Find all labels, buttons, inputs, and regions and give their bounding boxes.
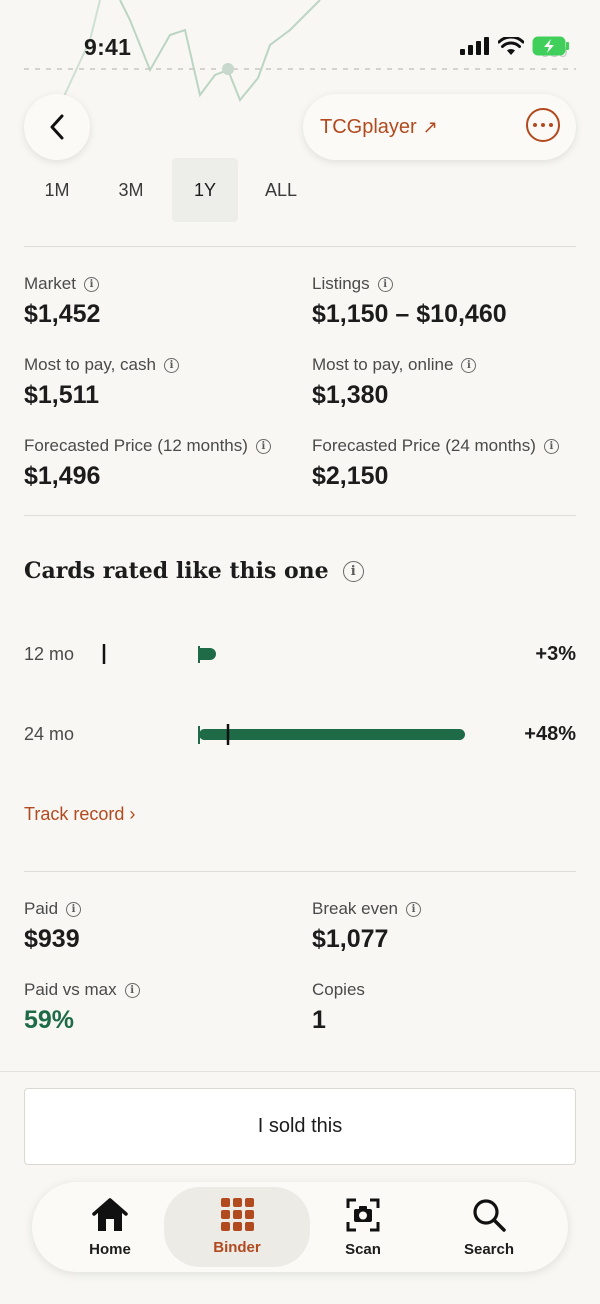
more-dot (541, 123, 545, 127)
header-actions: TCGplayer ↗ (303, 94, 576, 160)
stat-value: $2,150 (312, 462, 389, 490)
info-icon[interactable]: i (66, 901, 82, 917)
divider (24, 515, 576, 516)
stat-break-even: Break even i $1,077 (312, 899, 582, 954)
row-pct-24mo: +48% (524, 723, 576, 745)
info-icon[interactable]: i (124, 982, 140, 998)
stat-label: Most to pay, online (312, 355, 454, 374)
tab-label: Search (463, 1240, 515, 1258)
track-record-link[interactable]: Track record › (24, 804, 135, 825)
tcgplayer-label: TCGplayer (320, 115, 417, 138)
tab-search[interactable]: Search (442, 1182, 536, 1272)
tab-bar: Home Binder Scan Search (32, 1182, 568, 1272)
info-icon[interactable]: i (255, 438, 271, 454)
range-bar-12mo (102, 644, 216, 664)
stat-value: 1 (312, 1006, 326, 1034)
range-tab-1m[interactable]: 1M (24, 158, 90, 222)
stat-value: $1,511 (24, 381, 100, 409)
stat-copies: Copies 1 (312, 980, 582, 1035)
info-icon[interactable]: i (461, 357, 477, 373)
row-pct-12mo: +3% (535, 643, 576, 665)
wifi-icon (498, 36, 524, 55)
row-label-24mo: 24 mo (24, 724, 75, 744)
range-tabs: 1M 3M 1Y ALL (24, 158, 324, 222)
divider (24, 871, 576, 872)
section-title-text: Cards rated like this one (24, 558, 329, 584)
range-bar-24mo (198, 724, 465, 745)
tab-label: Home (89, 1240, 131, 1258)
home-icon (92, 1197, 128, 1231)
bar-fill-24mo (199, 729, 465, 740)
range-tab-1y[interactable]: 1Y (172, 158, 238, 222)
bar-fill-12mo (199, 648, 216, 660)
battery-charging-icon (532, 36, 569, 56)
stat-most-cash: Most to pay, cash i $1,511 (24, 355, 294, 410)
info-icon[interactable]: i (377, 276, 393, 292)
stat-label: Listings (312, 274, 370, 293)
external-link-icon: ↗ (422, 116, 438, 137)
stat-listings: Listings i $1,150 – $10,460 (312, 274, 582, 329)
info-icon[interactable]: i (163, 357, 179, 373)
stat-most-online: Most to pay, online i $1,380 (312, 355, 582, 410)
stat-label: Forecasted Price (12 months) (24, 436, 248, 455)
stat-value: 59% (24, 1006, 75, 1034)
stat-label: Copies (312, 980, 365, 999)
stat-value: $1,452 (24, 300, 101, 328)
stat-paid-vs-max: Paid vs max i 59% (24, 980, 294, 1035)
stat-value: $1,496 (24, 462, 101, 490)
stat-value: $1,077 (312, 925, 389, 953)
stat-label: Forecasted Price (24 months) (312, 436, 536, 455)
tab-home[interactable]: Home (62, 1182, 158, 1272)
stat-label: Break even (312, 899, 398, 918)
tab-label: Scan (345, 1240, 381, 1258)
stat-label: Paid (24, 899, 59, 918)
stat-value: $1,150 – $10,460 (312, 300, 507, 328)
section-title: Cards rated like this one i (24, 558, 364, 584)
tab-binder[interactable]: Binder (164, 1187, 310, 1267)
camera-scan-icon (346, 1198, 380, 1231)
info-icon[interactable]: i (342, 560, 364, 582)
stat-label: Paid vs max (24, 980, 117, 999)
more-dot (533, 123, 537, 127)
more-options-button[interactable] (526, 108, 560, 142)
divider (0, 1071, 600, 1072)
search-icon (473, 1198, 506, 1232)
status-icons (460, 36, 570, 56)
more-dot (549, 123, 553, 127)
range-tab-3m[interactable]: 3M (90, 158, 172, 222)
range-tab-all[interactable]: ALL (238, 158, 324, 222)
tab-scan[interactable]: Scan (316, 1182, 410, 1272)
i-sold-this-button[interactable]: I sold this (24, 1088, 576, 1165)
status-time: 9:41 (84, 34, 132, 60)
stat-paid: Paid i $939 (24, 899, 294, 954)
stat-market: Market i $1,452 (24, 274, 294, 329)
grid-icon (220, 1198, 254, 1231)
info-icon[interactable]: i (406, 901, 421, 917)
chevron-left-icon (50, 114, 64, 140)
stat-value: $1,380 (312, 381, 389, 409)
stat-label: Market (24, 274, 76, 293)
divider (24, 246, 576, 247)
signal-icon (460, 37, 489, 55)
back-button[interactable] (24, 94, 90, 160)
info-icon[interactable]: i (543, 438, 559, 454)
row-label-12mo: 12 mo (24, 644, 75, 664)
stat-label: Most to pay, cash (24, 355, 156, 374)
info-icon[interactable]: i (83, 276, 99, 292)
tcgplayer-link[interactable]: TCGplayer ↗ (320, 116, 438, 139)
stat-value: $939 (24, 925, 80, 953)
tab-label: Binder (213, 1239, 261, 1256)
stat-forecast-12: Forecasted Price (12 months) i $1,496 (24, 436, 294, 491)
stat-forecast-24: Forecasted Price (24 months) i $2,150 (312, 436, 582, 491)
